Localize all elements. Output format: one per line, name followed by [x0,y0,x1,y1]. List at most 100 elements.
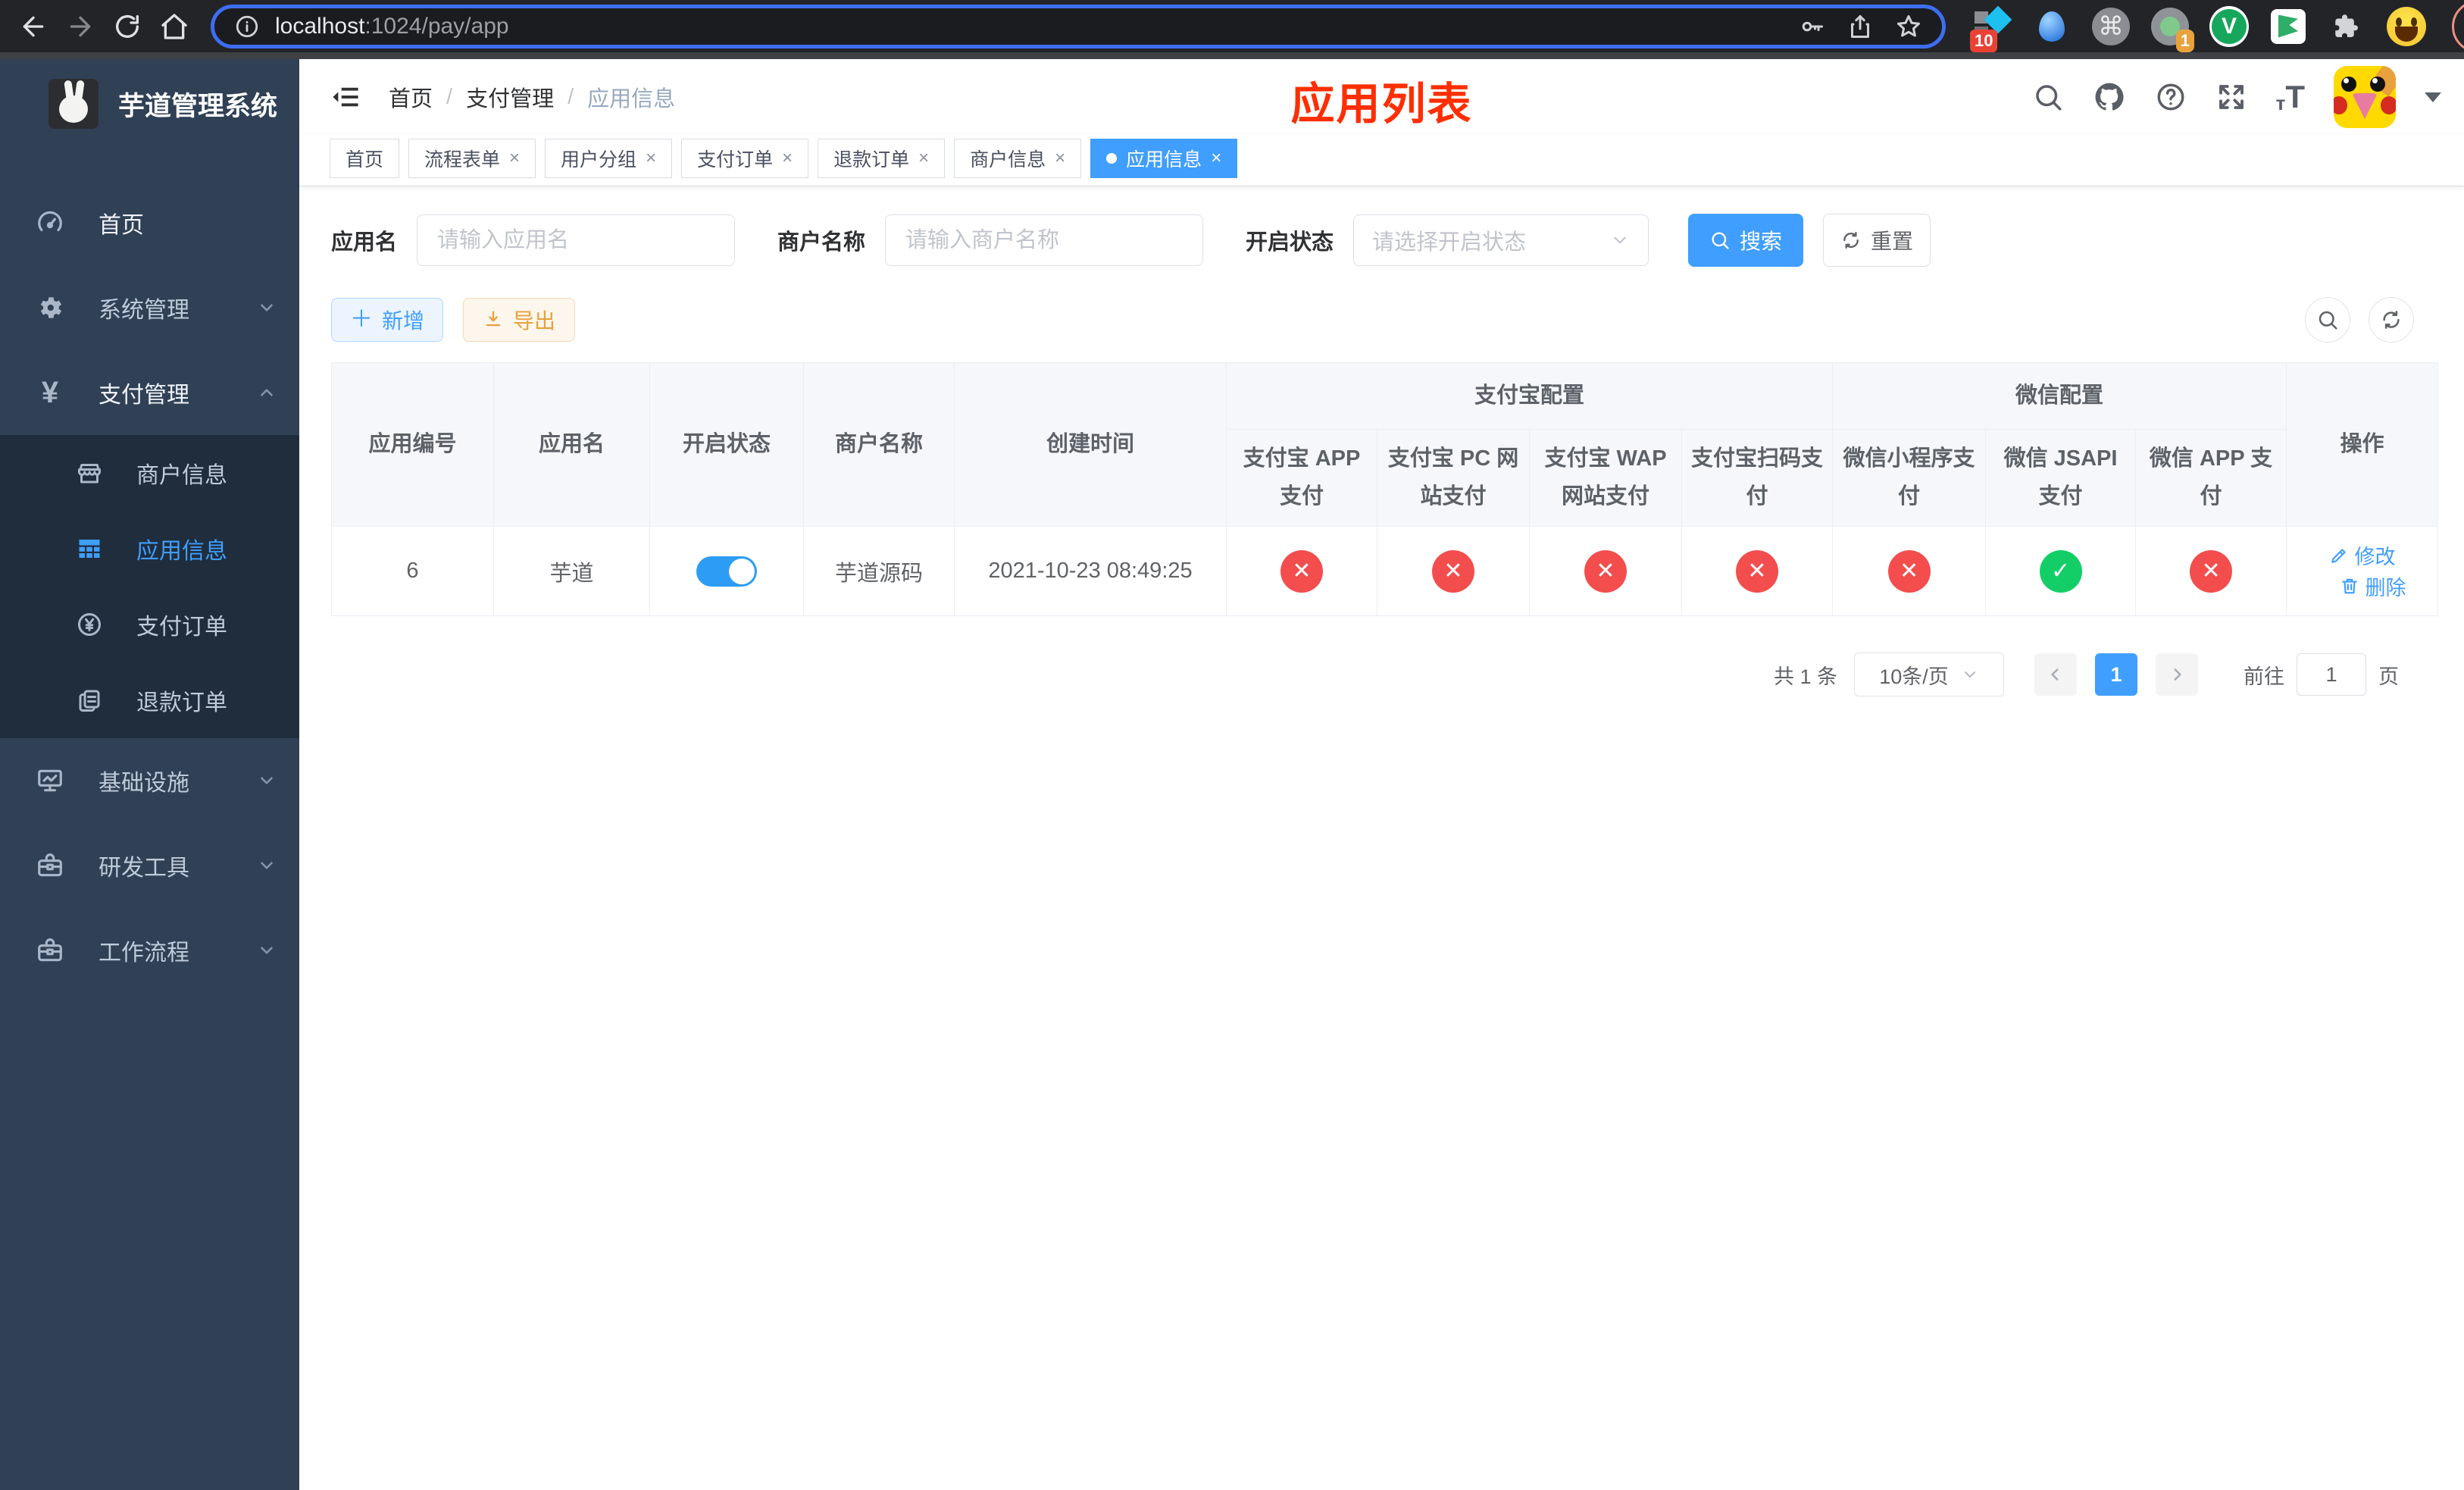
tab-home[interactable]: 首页 [330,138,400,178]
extension-recorder-icon[interactable]: 1 [2150,7,2194,52]
github-icon[interactable] [2093,80,2126,114]
tab-pay-order[interactable]: 支付订单 × [681,138,809,178]
password-key-icon[interactable] [1798,13,1825,40]
status-select[interactable]: 请选择开启状态 [1353,214,1649,266]
dashboard-icon [33,208,67,237]
sidebar-item-payment-management[interactable]: ¥ 支付管理 [0,350,299,435]
chevron-down-icon [1610,230,1630,250]
close-icon[interactable]: × [509,149,520,167]
col-merchant: 商户名称 [803,362,955,527]
status-toggle[interactable] [696,556,757,587]
cell-merchant: 芋道源码 [803,526,955,616]
close-icon[interactable]: × [918,149,929,167]
gear-icon [33,293,67,322]
fullscreen-icon[interactable] [2215,81,2247,113]
page-number-current[interactable]: 1 [2095,653,2137,696]
tab-process-form[interactable]: 流程表单 × [408,138,536,178]
extension-password-manager-icon[interactable]: 10 [1970,5,2012,52]
share-icon[interactable] [1846,13,1874,40]
goto-page-input[interactable] [2297,653,2366,696]
merchant-name-label: 商户名称 [777,230,866,255]
profile-avatar-icon[interactable] [2387,6,2426,46]
pagination: 共 1 条 10条/页 1 前往 页 [331,653,2434,696]
extensions-puzzle-icon[interactable] [2328,7,2367,46]
sidebar: 芋道管理系统 首页 系统管理 ¥ 支付管理 商户信息 应用信息 支付订单 退款订… [0,59,299,1490]
extension-vue-devtools-icon[interactable]: V [2209,5,2249,47]
refresh-icon [2383,311,2400,329]
sidebar-item-infrastructure[interactable]: 基础设施 [0,738,299,823]
browser-update-button[interactable]: 更新 [2452,0,2464,53]
sidebar-collapse-icon[interactable] [330,81,361,113]
col-status: 开启状态 [649,362,804,527]
browser-home-button[interactable] [153,5,195,48]
sidebar-item-dev-tools[interactable]: 研发工具 [0,823,299,908]
active-dot [1106,152,1118,164]
sidebar-item-app-info[interactable]: 应用信息 [0,511,299,587]
tab-merchant-info[interactable]: 商户信息 × [954,138,1082,178]
sidebar-item-refund-order[interactable]: 退款订单 [0,662,299,738]
export-button[interactable]: 导出 [463,298,575,342]
tab-refund-order[interactable]: 退款订单 × [818,138,946,178]
prev-page-button[interactable] [2034,653,2077,696]
close-icon[interactable]: × [1211,149,1221,167]
app-name-input[interactable] [437,227,715,253]
status-check-icon: ✓ [2039,549,2082,593]
merchant-name-input[interactable] [905,227,1184,253]
edit-link[interactable]: 修改 [2329,540,2396,570]
browser-forward-button[interactable] [59,5,102,48]
merchant-name-input-wrap [885,214,1204,266]
delete-link[interactable]: 删除 [2340,571,2406,601]
site-info-icon[interactable] [234,14,260,39]
col-wechat-app: 微信 APP 支付 [2135,429,2287,527]
breadcrumb-payment[interactable]: 支付管理 [466,81,554,113]
extension-green-flag-icon[interactable] [2269,7,2308,46]
sidebar-item-workflow[interactable]: 工作流程 [0,908,299,993]
col-group-wechat: 微信配置 [1832,362,2287,430]
col-alipay-wap: 支付宝 WAP 网站支付 [1529,429,1682,527]
sidebar-item-pay-order[interactable]: 支付订单 [0,587,299,662]
sidebar-item-home[interactable]: 首页 [0,180,299,265]
toggle-search-button[interactable] [2305,297,2350,343]
user-avatar[interactable] [2334,66,2396,128]
page-title: 应用列表 [1290,80,1473,129]
extensions-row: 10 ⌘ 1 V [1970,5,2426,52]
chevron-down-icon [257,941,277,960]
chevron-up-icon [257,383,277,402]
reset-button[interactable]: 重置 [1823,214,1931,267]
page-size-select[interactable]: 10条/页 [1854,653,2004,696]
next-page-button[interactable] [2156,653,2198,696]
tab-user-group[interactable]: 用户分组 × [545,138,673,178]
bookmark-star-icon[interactable] [1895,13,1922,40]
browser-reload-button[interactable] [106,5,149,48]
search-button[interactable]: 搜索 [1688,214,1804,267]
close-icon[interactable]: × [782,149,793,167]
breadcrumb-home[interactable]: 首页 [389,81,433,113]
close-icon[interactable]: × [1055,149,1065,167]
help-icon[interactable] [2155,81,2187,113]
sidebar-item-merchant-info[interactable]: 商户信息 [0,435,299,511]
add-button[interactable]: ＋ 新增 [331,298,443,342]
app-name-input-wrap [417,214,736,266]
chevron-down-icon [257,856,277,875]
total-count: 共 1 条 [1773,665,1837,688]
col-app-name: 应用名 [493,362,650,527]
search-icon [2319,311,2337,330]
cell-status [649,526,804,616]
browser-back-button[interactable] [12,5,55,48]
extension-balloon-icon[interactable] [2032,7,2072,46]
cell-alipay-pc: ✕ [1377,526,1530,616]
close-icon[interactable]: × [646,149,656,167]
extension-command-icon[interactable]: ⌘ [2091,7,2131,46]
cell-alipay-app: ✕ [1226,526,1377,616]
font-size-icon[interactable]: тT [2276,81,2305,114]
refresh-table-button[interactable] [2369,297,2414,343]
status-cross-icon: ✕ [1736,549,1778,593]
sidebar-item-system-management[interactable]: 系统管理 [0,265,299,350]
download-icon [486,311,501,327]
address-bar[interactable]: localhost:1024/pay/app [211,4,1946,49]
search-icon[interactable] [2032,81,2064,113]
chevron-down-icon [257,771,277,790]
app-logo[interactable]: 芋道管理系统 [0,59,299,146]
avatar-dropdown-caret-icon[interactable] [2425,92,2441,102]
tab-app-info[interactable]: 应用信息 × [1090,138,1238,178]
